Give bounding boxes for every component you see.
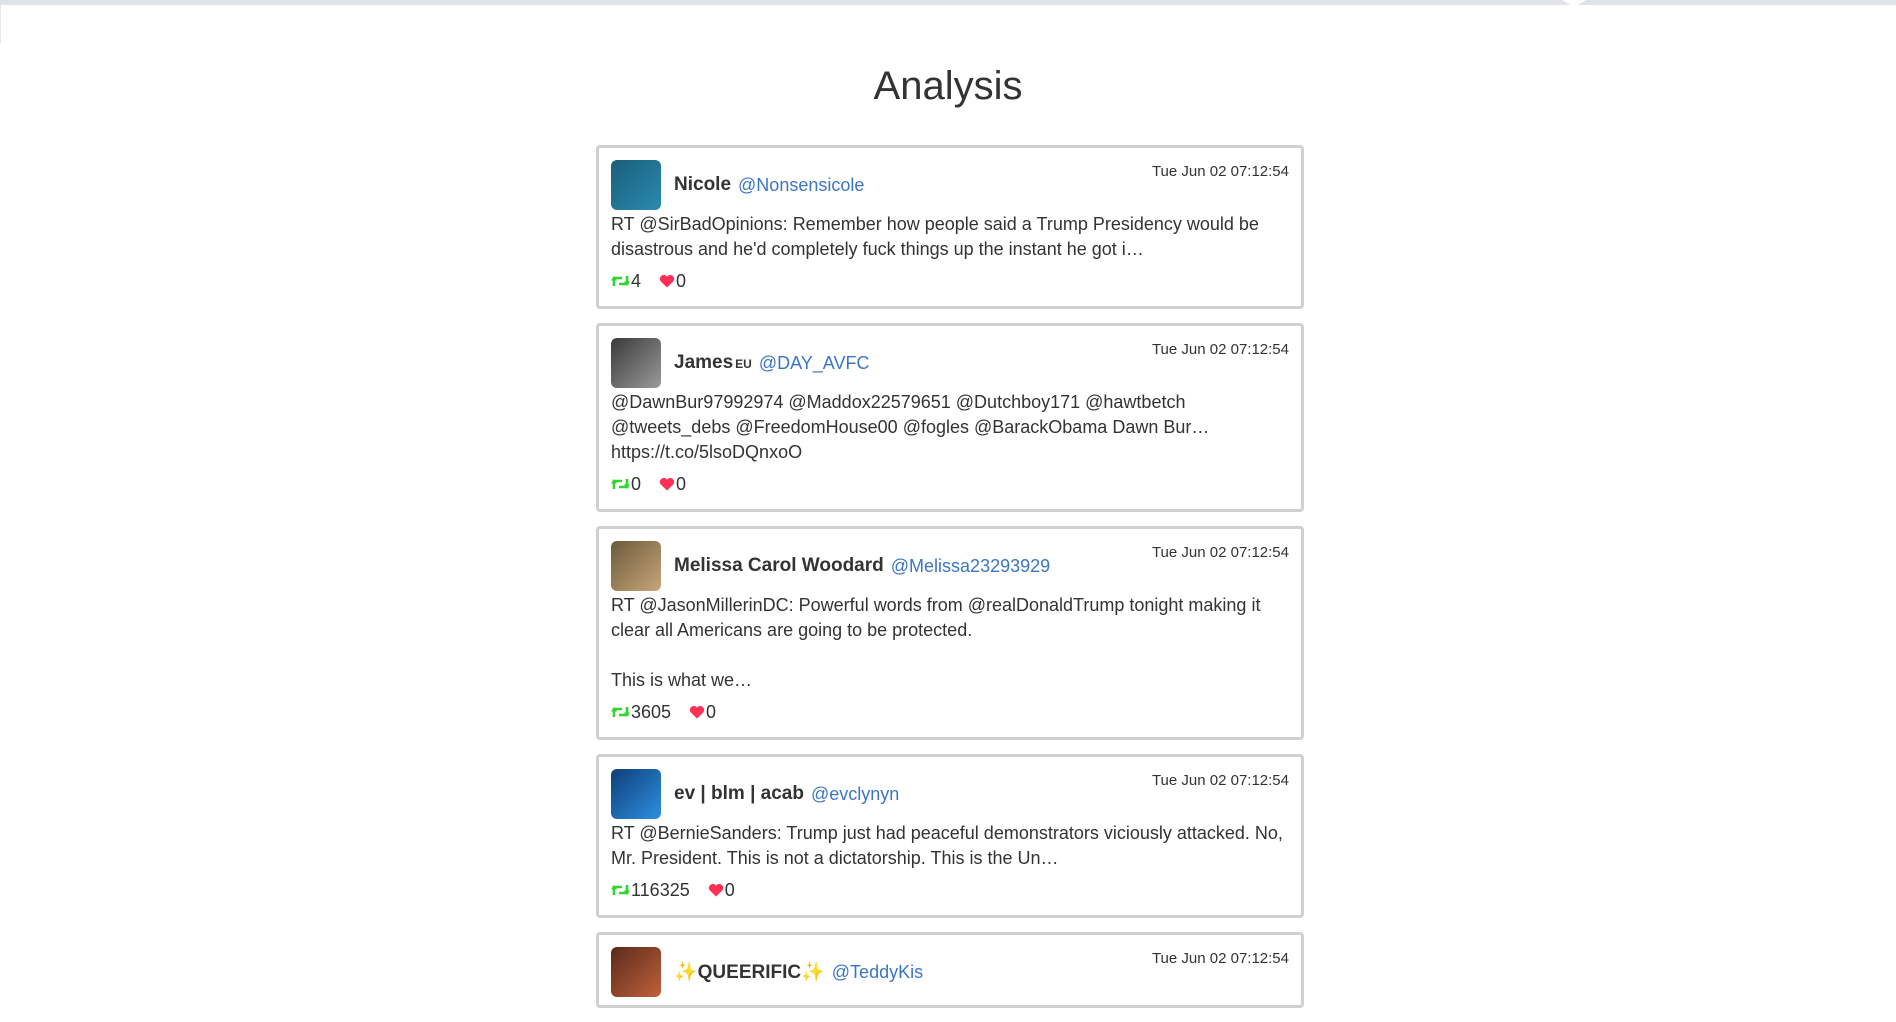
heart-icon <box>689 705 705 719</box>
tweet-stats: 00 <box>611 467 1289 501</box>
user-name: Melissa Carol Woodard <box>674 555 884 577</box>
like-stat[interactable]: 0 <box>689 702 716 723</box>
retweet-stat[interactable]: 0 <box>611 474 641 495</box>
tweet-timestamp: Tue Jun 02 07:12:54 <box>1151 772 1289 789</box>
avatar[interactable] <box>611 338 661 388</box>
retweet-stat[interactable]: 3605 <box>611 702 671 723</box>
avatar[interactable] <box>611 769 661 819</box>
tweet-card[interactable]: ✨QUEERIFIC✨ @TeddyKis Tue Jun 02 07:12:54 <box>596 932 1304 1008</box>
heart-icon <box>708 883 723 897</box>
tweet-text: @DawnBur97992974 @Maddox22579651 @Dutchb… <box>611 392 1210 462</box>
retweet-stat[interactable]: 116325 <box>611 880 690 901</box>
user-handle-link[interactable]: @Melissa23293929 <box>891 556 1050 577</box>
user-handle-link[interactable]: @TeddyKis <box>832 962 923 983</box>
user-name: Nicole <box>674 174 731 196</box>
user-handle-link[interactable]: @DAY_AVFC <box>759 353 870 374</box>
user-name-text: Nicole <box>674 174 732 195</box>
retweet-count: 4 <box>631 270 642 291</box>
retweet-count: 3605 <box>631 701 672 722</box>
retweet-icon <box>611 479 630 489</box>
user-name-text: James <box>674 352 734 373</box>
tweet-timestamp: Tue Jun 02 07:12:54 <box>1151 950 1289 967</box>
retweet-icon <box>611 276 630 286</box>
user-name-tag: EU <box>735 357 752 371</box>
user-name-text: ev | blm | acab <box>674 783 804 804</box>
avatar[interactable] <box>611 160 661 210</box>
tweet-card[interactable]: James EU @DAY_AVFC Tue Jun 02 07:12:54 @Dawn… <box>596 323 1304 512</box>
like-count: 0 <box>676 473 687 494</box>
tweet-timestamp: Tue Jun 02 07:12:54 <box>1151 163 1289 180</box>
user-name: ✨QUEERIFIC✨ <box>674 960 825 984</box>
tweet-card[interactable]: Nicole @Nonsensicole Tue Jun 02 07:12:54 RT… <box>596 145 1304 309</box>
page-title: Analysis <box>873 64 1023 108</box>
tweet-timestamp: Tue Jun 02 07:12:54 <box>1151 341 1289 358</box>
tweet-text: RT @JasonMillerinDC: Powerful words from… <box>611 595 1261 690</box>
tweet-timestamp: Tue Jun 02 07:12:54 <box>1151 544 1289 561</box>
heart-icon <box>659 477 675 491</box>
like-count: 0 <box>706 701 717 722</box>
tweet-stats: 116325 0 <box>611 873 1289 907</box>
like-stat[interactable]: 0 <box>659 474 686 495</box>
avatar[interactable] <box>611 541 661 591</box>
tweet-card[interactable]: ev | blm | acab @evclynyn Tue Jun 02 07:12… <box>596 754 1304 918</box>
retweet-icon <box>611 707 630 717</box>
left-edge-line <box>0 5 1 43</box>
user-handle-link[interactable]: @evclynyn <box>811 784 899 805</box>
tweet-stats: 40 <box>611 264 1289 298</box>
tweet-text: RT @SirBadOpinions: Remember how people … <box>611 214 1259 259</box>
tweet-feed: Nicole @Nonsensicole Tue Jun 02 07:12:54 RT… <box>596 145 1304 1022</box>
user-handle-link[interactable]: @Nonsensicole <box>738 175 864 196</box>
retweet-icon <box>611 885 630 895</box>
tweet-card[interactable]: Melissa Carol Woodard @Melissa23293929 Tue… <box>596 526 1304 740</box>
tweet-stats: 3605 0 <box>611 695 1289 729</box>
user-name: James EU <box>674 352 752 374</box>
retweet-stat[interactable]: 4 <box>611 271 641 292</box>
like-count: 0 <box>724 879 735 900</box>
user-name-text: ✨QUEERIFIC✨ <box>674 962 825 983</box>
tweet-text: RT @BernieSanders: Trump just had peacef… <box>611 823 1283 868</box>
avatar[interactable] <box>611 947 661 997</box>
like-stat[interactable]: 0 <box>708 880 735 901</box>
top-bar-notch <box>1562 0 1586 7</box>
heart-icon <box>659 274 675 288</box>
user-name-text: Melissa Carol Woodard <box>674 555 884 576</box>
like-stat[interactable]: 0 <box>659 271 686 292</box>
browser-top-bar <box>0 0 1896 5</box>
retweet-count: 116325 <box>631 879 690 900</box>
user-name: ev | blm | acab <box>674 783 804 805</box>
retweet-count: 0 <box>631 473 642 494</box>
like-count: 0 <box>676 270 687 291</box>
